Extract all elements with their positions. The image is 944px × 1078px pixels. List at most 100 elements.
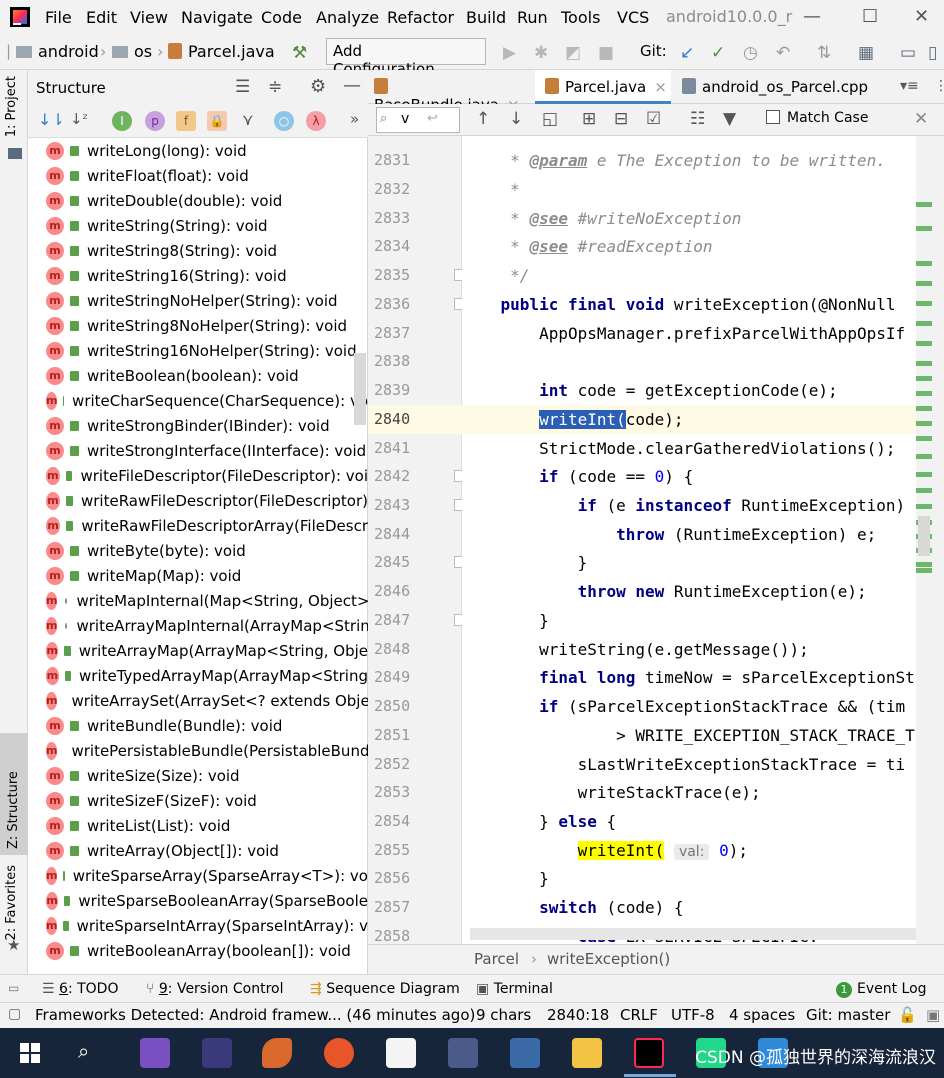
git-update-icon[interactable]: ↙ (680, 43, 694, 63)
favorites-tab[interactable]: 2: Favorites (4, 865, 19, 941)
line-number[interactable]: 2836 (374, 295, 410, 313)
change-marker[interactable] (916, 472, 932, 477)
line-number[interactable]: 2855 (374, 841, 410, 859)
structure-item[interactable]: m writeMap(Map): void (28, 563, 368, 588)
structure-item[interactable]: m writeMapInternal(Map<String, Object> (28, 588, 368, 613)
file-explorer-icon[interactable] (572, 1038, 602, 1068)
change-marker[interactable] (916, 406, 932, 411)
breadcrumb-android[interactable]: android (16, 42, 99, 61)
more-options-icon[interactable]: » (350, 110, 359, 128)
tab-basebundle[interactable]: BaseBundle.java× (368, 70, 534, 114)
structure-item[interactable]: m writeString16(String): void (28, 263, 368, 288)
menu-edit[interactable]: Edit (86, 8, 117, 27)
change-marker[interactable] (916, 341, 932, 346)
structure-item[interactable]: m writeTypedArrayMap(ArrayMap<String (28, 663, 368, 688)
structure-item[interactable]: m writeFloat(float): void (28, 163, 368, 188)
close-find-icon[interactable]: ✕ (914, 109, 928, 129)
line-number[interactable]: 2841 (374, 439, 410, 457)
line-number[interactable]: 2854 (374, 812, 410, 830)
structure-item[interactable]: m writeArrayMap(ArrayMap<String, Obje (28, 638, 368, 663)
line-number[interactable]: 2843 (374, 496, 410, 514)
change-marker[interactable] (916, 301, 932, 306)
change-marker[interactable] (916, 281, 932, 286)
collapse-all-icon[interactable]: ≑ (268, 77, 282, 97)
line-number[interactable]: 2849 (374, 668, 410, 686)
structure-item[interactable]: m writeLong(long): void (28, 138, 368, 163)
postman-icon[interactable] (324, 1038, 354, 1068)
horizontal-scrollbar[interactable] (470, 928, 916, 940)
calculator-icon[interactable] (448, 1038, 478, 1068)
structure-item[interactable]: m writeBundle(Bundle): void (28, 713, 368, 738)
hide-panel-icon[interactable]: — (343, 75, 361, 96)
photos-icon[interactable] (510, 1038, 540, 1068)
line-number[interactable]: 2857 (374, 898, 410, 916)
line-separator[interactable]: CRLF (620, 1006, 658, 1024)
structure-item[interactable]: m writeByte(byte): void (28, 538, 368, 563)
todo-tab[interactable]: ☰ 6: TODO (42, 981, 118, 997)
structure-item[interactable]: m writeString16NoHelper(String): void (28, 338, 368, 363)
change-marker[interactable] (916, 504, 932, 509)
line-number[interactable]: 2839 (374, 381, 410, 399)
vertical-scrollbar-thumb[interactable] (918, 516, 930, 556)
minimize-icon[interactable]: — (803, 6, 821, 27)
sort-by-visibility-icon[interactable]: ↓⇂ (38, 110, 65, 129)
visual-studio-icon[interactable] (140, 1038, 170, 1068)
show-lambdas-icon[interactable]: ⋎ (242, 110, 254, 129)
structure-item[interactable]: m writeStringNoHelper(String): void (28, 288, 368, 313)
line-number[interactable]: 2853 (374, 783, 410, 801)
tab-list-more-icon[interactable]: ⋮ (934, 78, 944, 94)
menu-vcs[interactable]: VCS (617, 8, 649, 27)
stop-icon[interactable]: ■ (598, 43, 614, 63)
matlab-icon[interactable] (262, 1038, 292, 1068)
caret-position[interactable]: 2840:18 (547, 1006, 609, 1024)
settings-gear-icon[interactable]: ⚙ (310, 76, 326, 97)
terminal-tab[interactable]: ▣ Terminal (476, 981, 553, 997)
structure-item[interactable]: m writeSparseArray(SparseArray<T>): vo (28, 863, 368, 888)
change-marker[interactable] (916, 202, 932, 207)
project-tab[interactable]: 1: Project (4, 76, 19, 137)
structure-item[interactable]: m writeSparseIntArray(SparseIntArray): v (28, 913, 368, 938)
structure-scrollbar[interactable] (354, 353, 366, 425)
structure-item[interactable]: m writeList(List): void (28, 813, 368, 838)
show-properties-icon[interactable]: p (145, 111, 165, 131)
change-marker[interactable] (916, 488, 932, 493)
structure-item[interactable]: m writeFileDescriptor(FileDescriptor): vo… (28, 463, 368, 488)
line-number[interactable]: 2837 (374, 324, 410, 342)
structure-item[interactable]: m writeArray(Object[]): void (28, 838, 368, 863)
line-number[interactable]: 2844 (374, 525, 410, 543)
filter-icon[interactable]: ☷ (690, 109, 705, 129)
remove-selection-icon[interactable]: ⊟ (614, 109, 628, 129)
line-number[interactable]: 2847 (374, 611, 410, 629)
line-number[interactable]: 2834 (374, 237, 410, 255)
line-number[interactable]: 2851 (374, 726, 410, 744)
history-icon[interactable]: ◷ (743, 43, 758, 63)
structure-item[interactable]: m writeString8NoHelper(String): void (28, 313, 368, 338)
device-manager-icon[interactable]: ▯ (928, 43, 937, 63)
menu-run[interactable]: Run (517, 8, 548, 27)
structure-item[interactable]: m writeSizeF(SizeF): void (28, 788, 368, 813)
filter-funnel-icon[interactable]: ▼ (723, 109, 736, 129)
sequence-diagram-tab[interactable]: ⇶ Sequence Diagram (310, 981, 460, 997)
line-number[interactable]: 2832 (374, 180, 410, 198)
vcs-operations-icon[interactable]: ⇅ (817, 43, 831, 63)
find-in-window-icon[interactable]: ◱ (542, 109, 558, 129)
change-marker[interactable] (916, 321, 932, 326)
add-configuration-button[interactable]: Add Configuration... (326, 38, 486, 78)
project-structure-icon[interactable]: ▦ (858, 43, 874, 63)
tab-parcel[interactable]: Parcel.java × (535, 70, 671, 104)
match-case-checkbox[interactable]: Match Case (766, 110, 868, 126)
structure-item[interactable]: m writeSize(Size): void (28, 763, 368, 788)
change-marker[interactable] (916, 376, 932, 381)
show-fields-icon[interactable]: f (176, 111, 196, 131)
sdk-manager-icon[interactable]: ▭ (900, 43, 916, 63)
structure-item[interactable]: m writeCharSequence(CharSequence): vo (28, 388, 368, 413)
previous-occurrence-icon[interactable]: ↑ (476, 109, 490, 129)
add-selection-icon[interactable]: ⊞ (582, 109, 596, 129)
line-number[interactable]: 2850 (374, 697, 410, 715)
menu-file[interactable]: File (45, 8, 72, 27)
indent-setting[interactable]: 4 spaces (729, 1006, 795, 1024)
structure-item[interactable]: m writeString(String): void (28, 213, 368, 238)
change-marker[interactable] (916, 361, 932, 366)
lambda-icon[interactable]: λ (306, 111, 326, 131)
structure-item[interactable]: m writeRawFileDescriptor(FileDescriptor) (28, 488, 368, 513)
